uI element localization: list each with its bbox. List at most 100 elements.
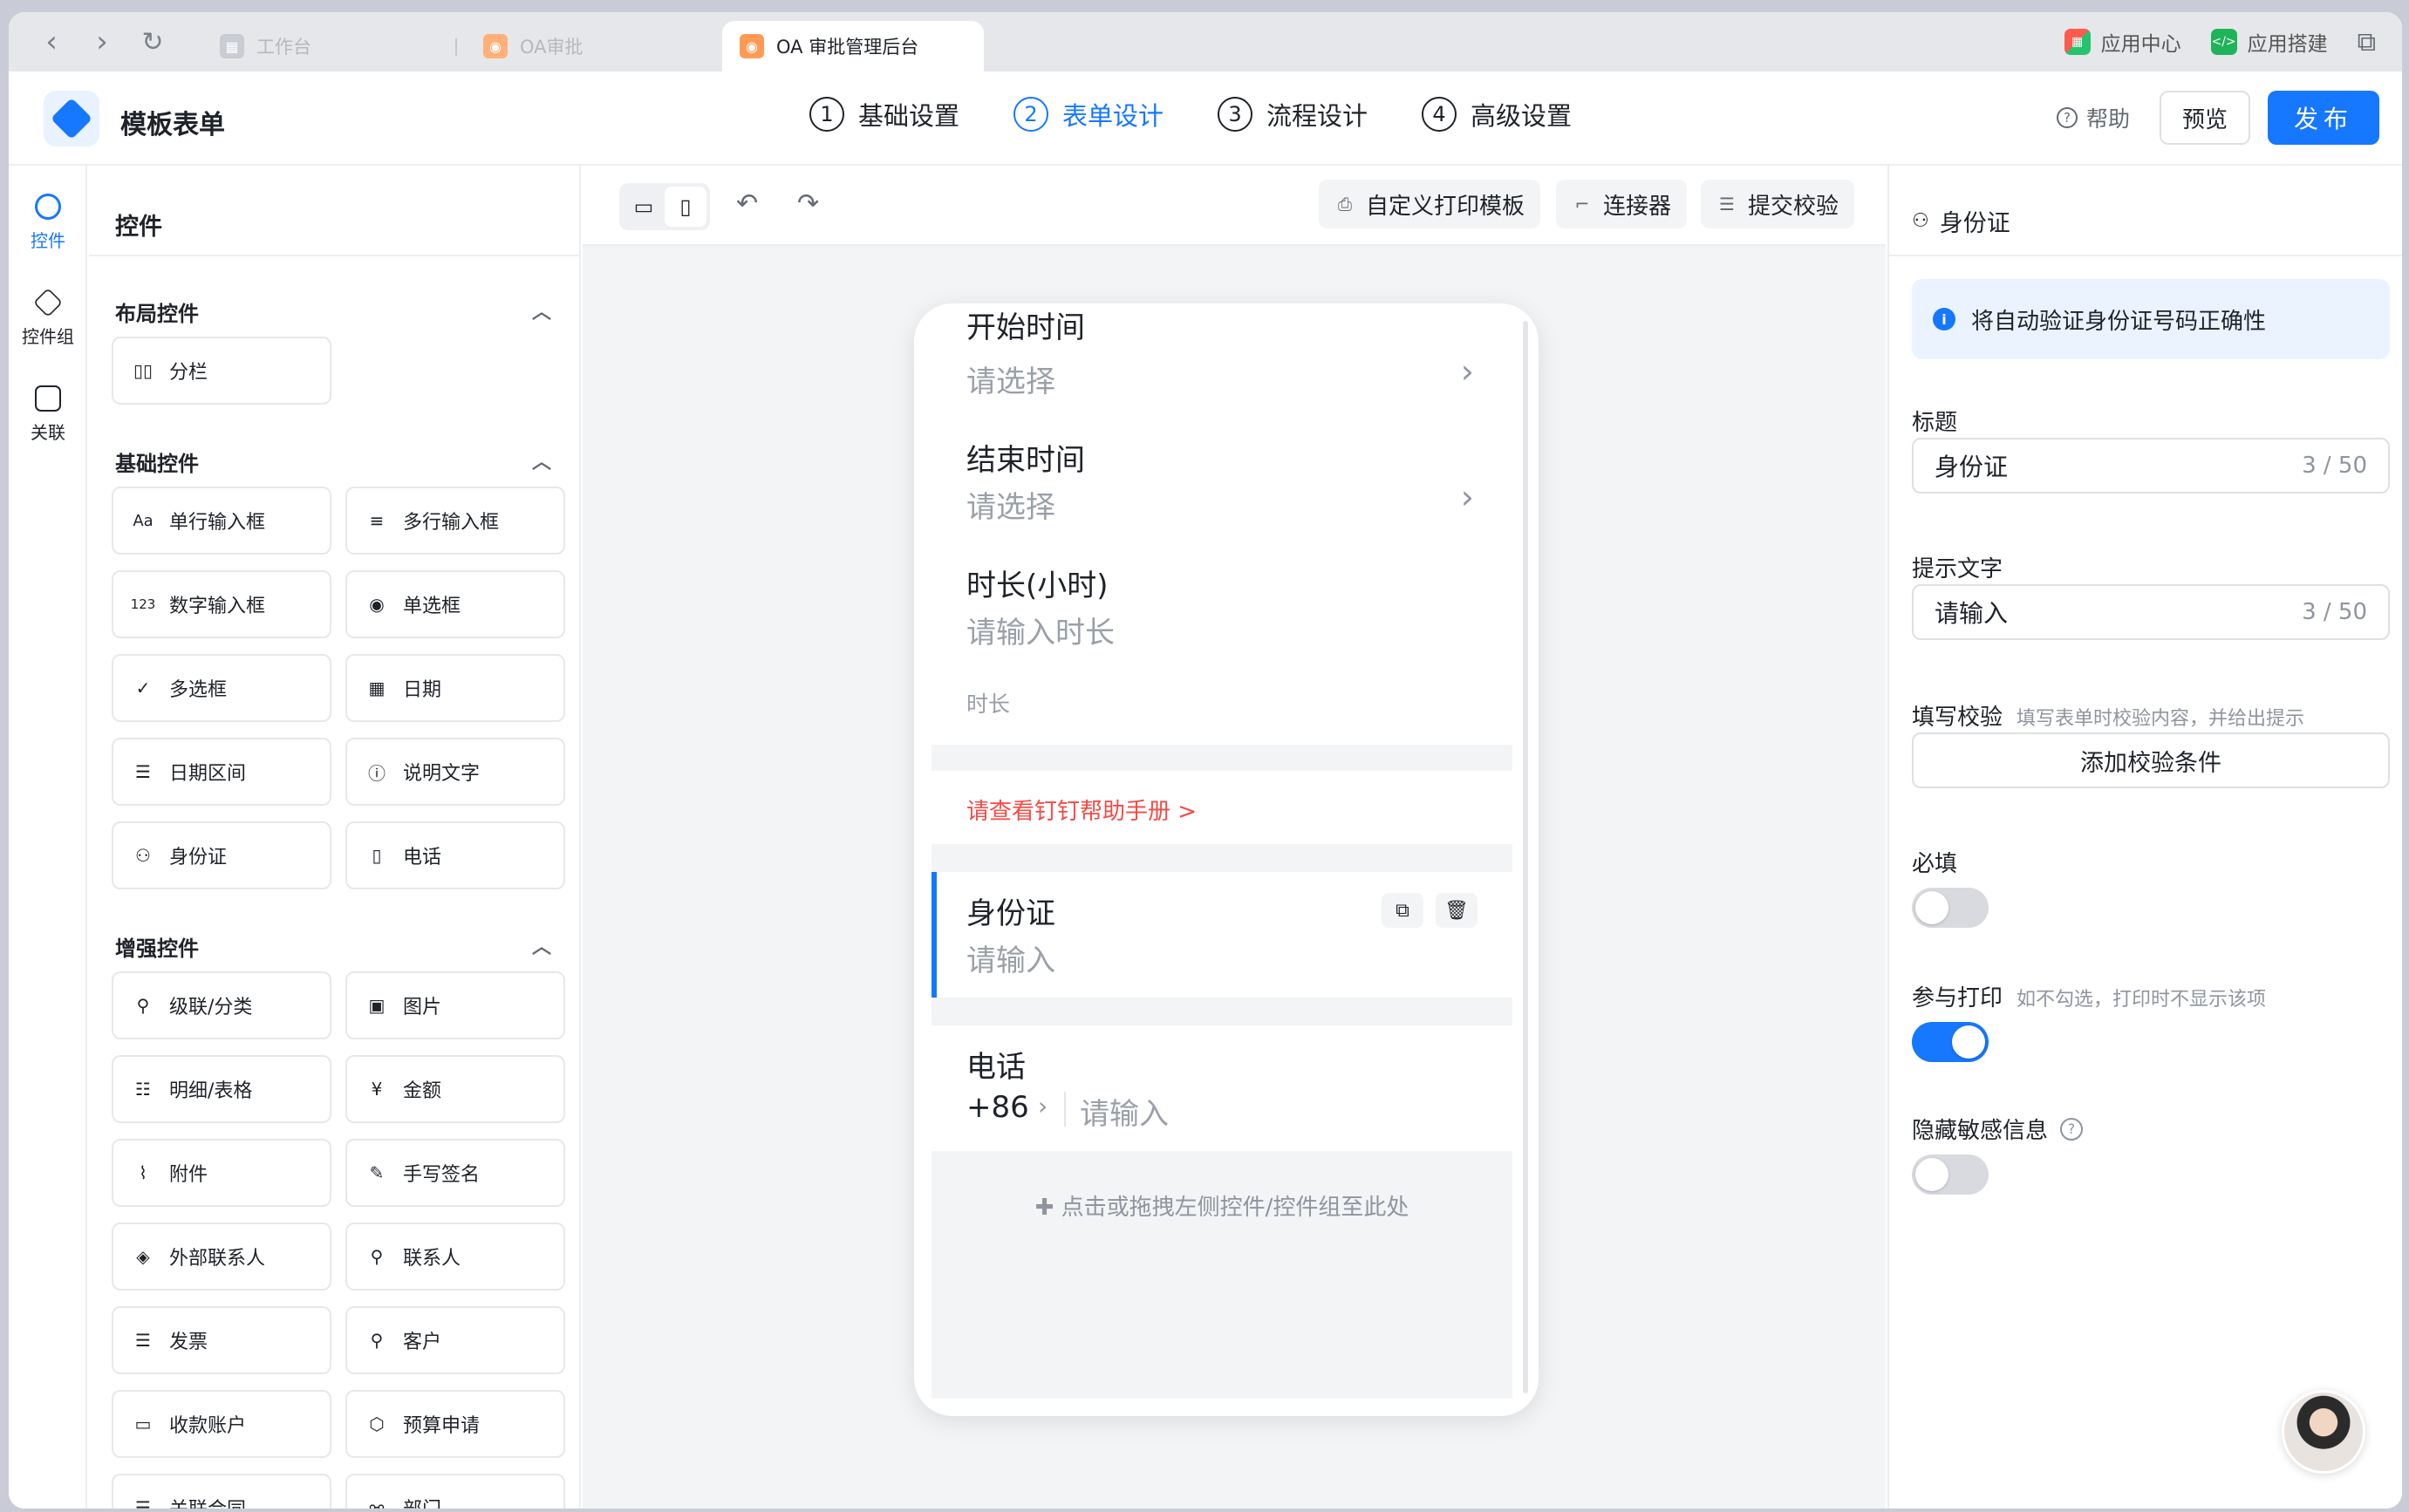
step-form-design[interactable]: 2 表单设计 xyxy=(1013,96,1164,133)
forward-icon[interactable]: › xyxy=(77,17,127,67)
app-build-button[interactable]: </> 应用搭建 xyxy=(2210,27,2328,57)
phone-icon: ▯ xyxy=(372,845,382,866)
field-id-card-selected[interactable]: 身份证 请输入 ⧉ 🗑 xyxy=(932,872,1512,998)
oa-admin-icon: ◉ xyxy=(740,34,764,58)
section-layout-controls[interactable]: 布局控件 ︿ xyxy=(115,296,569,327)
required-toggle[interactable] xyxy=(1912,888,1989,928)
control-customer[interactable]: ⚲ 客户 xyxy=(345,1306,565,1374)
control-amount[interactable]: ¥ 金额 xyxy=(345,1055,565,1123)
control-contact[interactable]: ⚲ 联系人 xyxy=(345,1223,565,1291)
mobile-icon[interactable]: ▯ xyxy=(665,187,706,227)
bank-card-icon: ▭ xyxy=(134,1413,152,1434)
control-budget-request[interactable]: ⬡ 预算申请 xyxy=(345,1390,565,1458)
control-signature[interactable]: ✎ 手写签名 xyxy=(345,1139,565,1207)
chevron-right-icon: › xyxy=(1038,1092,1048,1120)
desktop-icon[interactable]: ▭ xyxy=(623,187,665,227)
print-toggle[interactable] xyxy=(1912,1022,1989,1062)
section-enhanced-controls[interactable]: 增强控件 ︿ xyxy=(115,931,569,962)
controls-panel: 控件 布局控件 ︿ ▯▯ 分栏 基础控件 ︿ Aa 单行输入框 ≡ 多行输入框 … xyxy=(89,166,581,1509)
help-link-row: 请查看钉钉帮助手册 > xyxy=(932,771,1512,844)
control-date[interactable]: ▦ 日期 xyxy=(345,654,565,722)
copy-icon[interactable]: ⧉ xyxy=(1382,893,1423,928)
control-id-card[interactable]: ⚇ 身份证 xyxy=(112,821,331,889)
id-card-icon: ⚇ xyxy=(1912,210,1929,232)
control-single-line-input[interactable]: Aa 单行输入框 xyxy=(112,487,331,555)
connector-button[interactable]: ⌐ 连接器 xyxy=(1556,180,1688,228)
placeholder-input[interactable]: 请输入 3 / 50 xyxy=(1912,584,2390,640)
rail-item-relations[interactable]: 关联 xyxy=(9,366,87,462)
control-detail-table[interactable]: ☷ 明细/表格 xyxy=(112,1055,331,1123)
control-checkbox[interactable]: ✓ 多选框 xyxy=(112,654,331,722)
browser-right-apps: ▦ 应用中心 </> 应用搭建 ⧉ xyxy=(2035,12,2376,72)
undo-icon[interactable]: ↶ xyxy=(736,188,758,219)
rail-item-control-groups[interactable]: 控件组 xyxy=(9,270,87,366)
control-number-input[interactable]: 123 数字输入框 xyxy=(112,570,331,638)
app-logo xyxy=(44,91,99,146)
control-date-range[interactable]: ☰ 日期区间 xyxy=(112,738,331,806)
tab-oa-admin[interactable]: ◉ OA 审批管理后台 xyxy=(722,21,984,72)
field-actions: ⧉ 🗑 xyxy=(1369,893,1477,928)
help-manual-link[interactable]: 请查看钉钉帮助手册 > xyxy=(966,793,1197,826)
redo-icon[interactable]: ↷ xyxy=(797,188,819,219)
preview-button[interactable]: 预览 xyxy=(2160,91,2250,145)
contract-icon: ☰ xyxy=(135,1497,151,1509)
question-icon[interactable]: ? xyxy=(2060,1117,2084,1141)
control-radio[interactable]: ◉ 单选框 xyxy=(345,570,565,638)
control-related-contract[interactable]: ☰ 关联合同 xyxy=(112,1474,331,1509)
step-basic-settings[interactable]: 1 基础设置 xyxy=(809,96,959,133)
control-phone[interactable]: ▯ 电话 xyxy=(345,821,565,889)
section-basic-controls[interactable]: 基础控件 ︿ xyxy=(115,446,569,477)
field-end-time[interactable]: 结束时间 请选择 › xyxy=(932,426,1512,551)
custom-print-template-button[interactable]: ⎙ 自定义打印模板 xyxy=(1319,180,1541,228)
selected-indicator xyxy=(932,872,937,998)
step-flow-design[interactable]: 3 流程设计 xyxy=(1218,96,1368,133)
required-label: 必填 xyxy=(1912,851,1958,877)
mobile-form: 开始时间 请选择 › 结束时间 请选择 › 时长(小时) 请输入时长 时长 请查… xyxy=(932,303,1512,1399)
drop-zone-hint[interactable]: ✚ 点击或拖拽左侧控件/控件组至此处 xyxy=(932,1189,1512,1222)
props-divider xyxy=(1889,255,2402,256)
trash-icon[interactable]: 🗑 xyxy=(1436,893,1477,928)
sensitive-label: 隐藏敏感信息 ? xyxy=(1912,1113,2084,1145)
app-center-button[interactable]: ▦ 应用中心 xyxy=(2064,27,2181,57)
grid-icon xyxy=(35,193,61,220)
mobile-scrollbar[interactable] xyxy=(1523,321,1528,1393)
help-button[interactable]: ? 帮助 xyxy=(2056,102,2130,133)
step-advanced-settings[interactable]: 4 高级设置 xyxy=(1422,96,1572,133)
assistant-avatar[interactable] xyxy=(2282,1390,2365,1474)
field-start-time[interactable]: 开始时间 请选择 › xyxy=(932,303,1512,426)
number-123-icon: 123 xyxy=(130,596,156,612)
tab-oa-approval[interactable]: ◉ OA审批 xyxy=(466,21,719,72)
phone-country-code[interactable]: +86 xyxy=(966,1090,1029,1125)
chevron-up-icon[interactable]: ︿ xyxy=(532,296,551,324)
back-icon[interactable]: ‹ xyxy=(26,17,77,67)
sensitive-toggle[interactable] xyxy=(1912,1154,1989,1195)
title-input[interactable]: 身份证 3 / 50 xyxy=(1912,438,2390,494)
control-attachment[interactable]: ⌇ 附件 xyxy=(112,1139,331,1207)
control-payment-account[interactable]: ▭ 收款账户 xyxy=(112,1390,331,1458)
cascade-icon: ⚲ xyxy=(136,995,150,1016)
chevron-up-icon[interactable]: ︿ xyxy=(532,446,551,474)
rail-item-controls[interactable]: 控件 xyxy=(9,174,87,270)
control-cascade[interactable]: ⚲ 级联/分类 xyxy=(112,971,331,1039)
control-department[interactable]: ⚯ 部门 xyxy=(345,1474,565,1509)
field-duration[interactable]: 时长(小时) 请输入时长 时长 xyxy=(932,551,1512,745)
control-external-contact[interactable]: ◈ 外部联系人 xyxy=(112,1223,331,1291)
add-validation-button[interactable]: 添加校验条件 xyxy=(1912,732,2390,788)
phone-divider xyxy=(1064,1092,1066,1127)
control-columns[interactable]: ▯▯ 分栏 xyxy=(112,337,331,405)
control-multi-line-input[interactable]: ≡ 多行输入框 xyxy=(345,487,565,555)
publish-button[interactable]: 发布 xyxy=(2268,91,2379,145)
control-description-text[interactable]: ⓘ 说明文字 xyxy=(345,738,565,806)
control-invoice[interactable]: ☰ 发票 xyxy=(112,1306,331,1374)
field-phone[interactable]: 电话 +86 › 请输入 xyxy=(932,1025,1512,1151)
submit-validation-button[interactable]: ☰ 提交校验 xyxy=(1701,180,1855,228)
refresh-icon[interactable]: ↻ xyxy=(127,17,178,67)
id-card-icon: ⚇ xyxy=(135,845,151,866)
app-build-icon: </> xyxy=(2210,29,2237,55)
check-circle-icon: ✓ xyxy=(135,678,151,698)
control-image[interactable]: ▣ 图片 xyxy=(345,971,565,1039)
chevron-right-icon: › xyxy=(1460,352,1474,391)
tab-workbench[interactable]: ▦ 工作台 xyxy=(202,21,455,72)
open-external-icon[interactable]: ⧉ xyxy=(2358,27,2376,58)
chevron-up-icon[interactable]: ︿ xyxy=(532,931,551,959)
